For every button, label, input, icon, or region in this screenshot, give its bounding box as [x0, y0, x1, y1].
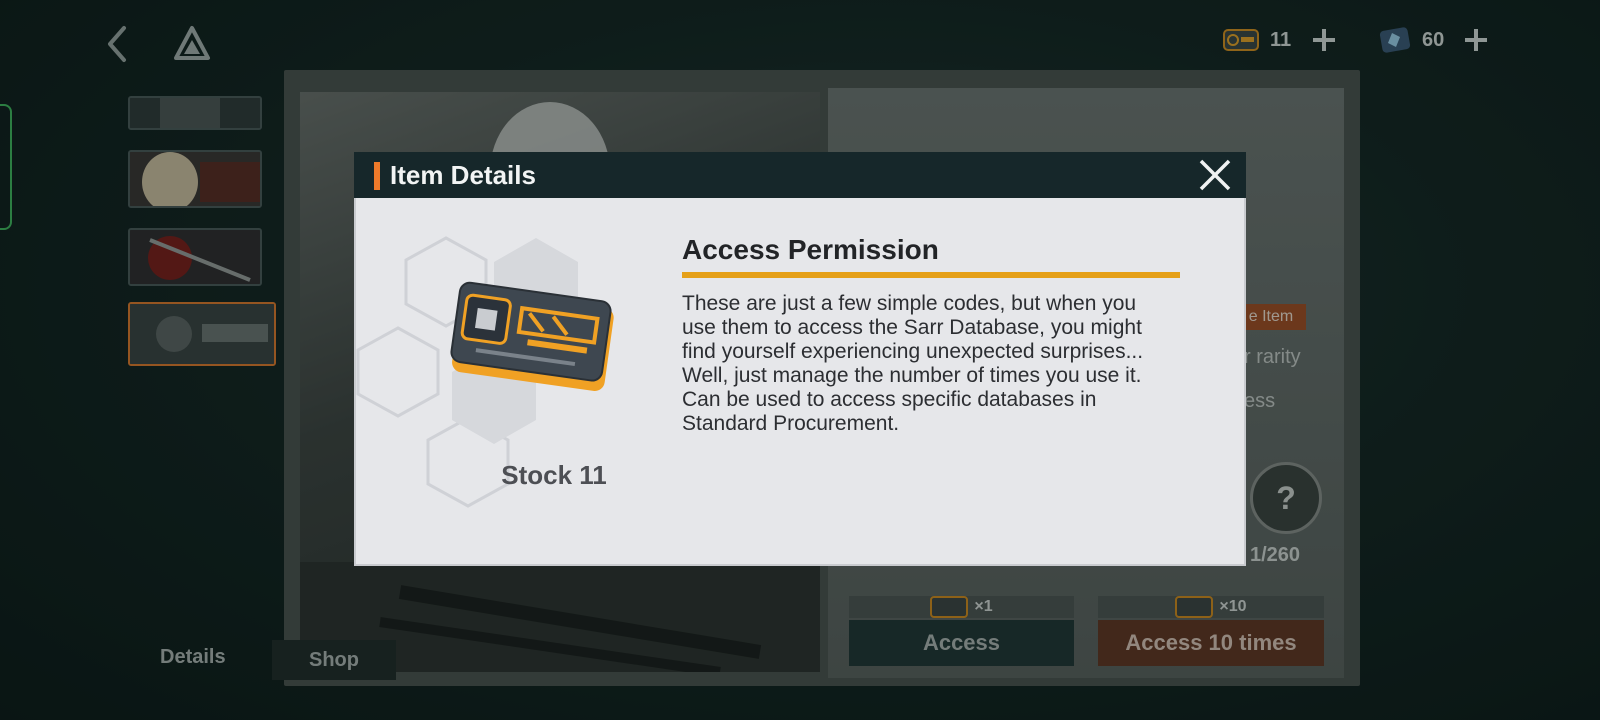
banner-thumb-1[interactable]: [128, 96, 262, 130]
rate-up-tag: e Item: [1236, 304, 1306, 330]
pity-progress: 1/260: [1250, 544, 1301, 566]
access-text: ess: [1244, 390, 1276, 412]
tab-details[interactable]: Details: [160, 646, 226, 669]
item-name-underline: [682, 272, 1180, 278]
close-icon: [1199, 159, 1231, 191]
access-button[interactable]: Access: [849, 620, 1074, 666]
unknown-character-avatar[interactable]: ?: [1250, 462, 1322, 534]
add-ticket-button[interactable]: [1310, 26, 1338, 54]
close-button[interactable]: [1196, 156, 1234, 194]
ticket-icon: [1175, 596, 1214, 618]
left-edge-accent: [0, 104, 12, 230]
item-name: Access Permission: [682, 234, 939, 265]
add-crystal-button[interactable]: [1462, 26, 1490, 54]
tab-shop-label: Shop: [309, 648, 359, 671]
access-permission-card-image: [450, 281, 614, 392]
ten-cost: ×10: [1098, 596, 1324, 618]
chevron-left-icon: [108, 26, 126, 62]
dialog-title: Item Details: [390, 160, 536, 190]
single-cost: ×1: [849, 596, 1074, 618]
crystal-currency: 60: [1378, 22, 1490, 58]
banner-thumb-3[interactable]: [128, 228, 262, 286]
back-button[interactable]: [100, 22, 136, 66]
ticket-icon: [930, 596, 969, 618]
access-10-times-button[interactable]: Access 10 times: [1098, 620, 1324, 666]
banner-thumb-4-selected[interactable]: [128, 302, 276, 366]
stock-count: Stock 11: [501, 460, 607, 490]
item-details-dialog: Item Details Stock 11 Access Permission …: [354, 152, 1246, 566]
question-icon: ?: [1276, 479, 1296, 516]
banner-thumb-2[interactable]: [128, 150, 262, 208]
dialog-body: Stock 11 Access Permission These are jus…: [354, 198, 1246, 566]
single-cost-value: ×1: [974, 598, 993, 615]
ten-cost-value: ×10: [1219, 598, 1247, 615]
item-description: These are just a few simple codes, but w…: [682, 292, 1144, 435]
ticket-currency: 11: [1222, 22, 1338, 58]
crystal-currency-icon: [1379, 27, 1411, 53]
crystal-count: 60: [1422, 28, 1445, 51]
dialog-header: Item Details: [354, 152, 1246, 198]
ticket-count: 11: [1270, 28, 1292, 51]
header-accent-bar: [374, 162, 380, 190]
tab-shop[interactable]: Shop: [272, 640, 396, 680]
access-permission-ticket-icon: [1223, 29, 1259, 51]
rarity-text: r rarity: [1244, 346, 1301, 368]
drive-logo-icon: [172, 24, 212, 64]
